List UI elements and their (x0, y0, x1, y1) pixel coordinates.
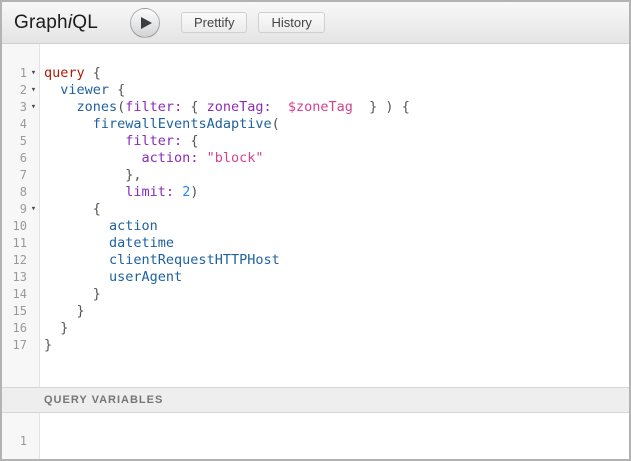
line-number: 10 (2, 218, 27, 235)
code-line[interactable]: clientRequestHTTPHost (44, 252, 629, 269)
code-line[interactable]: action (44, 218, 629, 235)
code-line[interactable]: }, (44, 167, 629, 184)
graphiql-app: GraphiQL Prettify History 1▾2▾3▾456789▾1… (0, 0, 631, 461)
code-line[interactable]: } (44, 303, 629, 320)
app-title: GraphiQL (14, 12, 98, 34)
line-number: 7 (2, 167, 27, 184)
query-editor[interactable]: 1▾2▾3▾456789▾1011121314151617 query { vi… (2, 44, 629, 387)
line-number: 11 (2, 235, 27, 252)
line-number: 12 (2, 252, 27, 269)
code-line[interactable]: firewallEventsAdaptive( (44, 116, 629, 133)
line-number: 16 (2, 320, 27, 337)
line-number: 13 (2, 269, 27, 286)
code-line[interactable]: } (44, 320, 629, 337)
variables-title-bar[interactable]: QUERY VARIABLES (2, 387, 629, 413)
code-line[interactable]: datetime (44, 235, 629, 252)
app-title-part: Graph (14, 12, 68, 33)
history-button[interactable]: History (258, 12, 324, 33)
line-number: 1 (2, 65, 27, 82)
line-number: 8 (2, 184, 27, 201)
toolbar: GraphiQL Prettify History (2, 2, 629, 44)
variables-code[interactable]: {"zoneTag":""} (40, 413, 629, 459)
code-line[interactable]: } (44, 286, 629, 303)
play-icon (141, 17, 152, 29)
line-number: 15 (2, 303, 27, 320)
line-number: 3 (2, 99, 27, 116)
line-number: 4 (2, 116, 27, 133)
fold-arrow-icon[interactable]: ▾ (27, 65, 40, 82)
fold-arrow-icon[interactable]: ▾ (27, 201, 40, 218)
prettify-button[interactable]: Prettify (181, 12, 247, 33)
line-number: 5 (2, 133, 27, 150)
line-number: 2 (2, 82, 27, 99)
query-code[interactable]: query { viewer { zones(filter: { zoneTag… (40, 44, 629, 387)
line-number: 17 (2, 337, 27, 354)
code-line[interactable]: filter: { (44, 133, 629, 150)
fold-arrow-icon[interactable]: ▾ (27, 99, 40, 116)
variables-editor[interactable]: 1 {"zoneTag":""} (2, 413, 629, 459)
fold-arrow-icon[interactable]: ▾ (27, 82, 40, 99)
editor-gutter: 1▾2▾3▾456789▾1011121314151617 (2, 44, 40, 387)
line-number: 14 (2, 286, 27, 303)
line-number: 1 (2, 433, 27, 450)
code-line[interactable]: action: "block" (44, 150, 629, 167)
app-title-part: QL (72, 12, 98, 33)
code-line[interactable]: userAgent (44, 269, 629, 286)
execute-button[interactable] (130, 8, 160, 38)
code-line[interactable]: limit: 2) (44, 184, 629, 201)
variables-title: QUERY VARIABLES (44, 394, 163, 406)
line-number: 9 (2, 201, 27, 218)
line-number: 6 (2, 150, 27, 167)
code-line[interactable]: viewer { (44, 82, 629, 99)
code-line[interactable]: } (44, 337, 629, 354)
variables-gutter: 1 (2, 413, 40, 459)
code-line[interactable]: query { (44, 65, 629, 82)
code-line[interactable]: zones(filter: { zoneTag: $zoneTag } ) { (44, 99, 629, 116)
code-line[interactable]: { (44, 201, 629, 218)
